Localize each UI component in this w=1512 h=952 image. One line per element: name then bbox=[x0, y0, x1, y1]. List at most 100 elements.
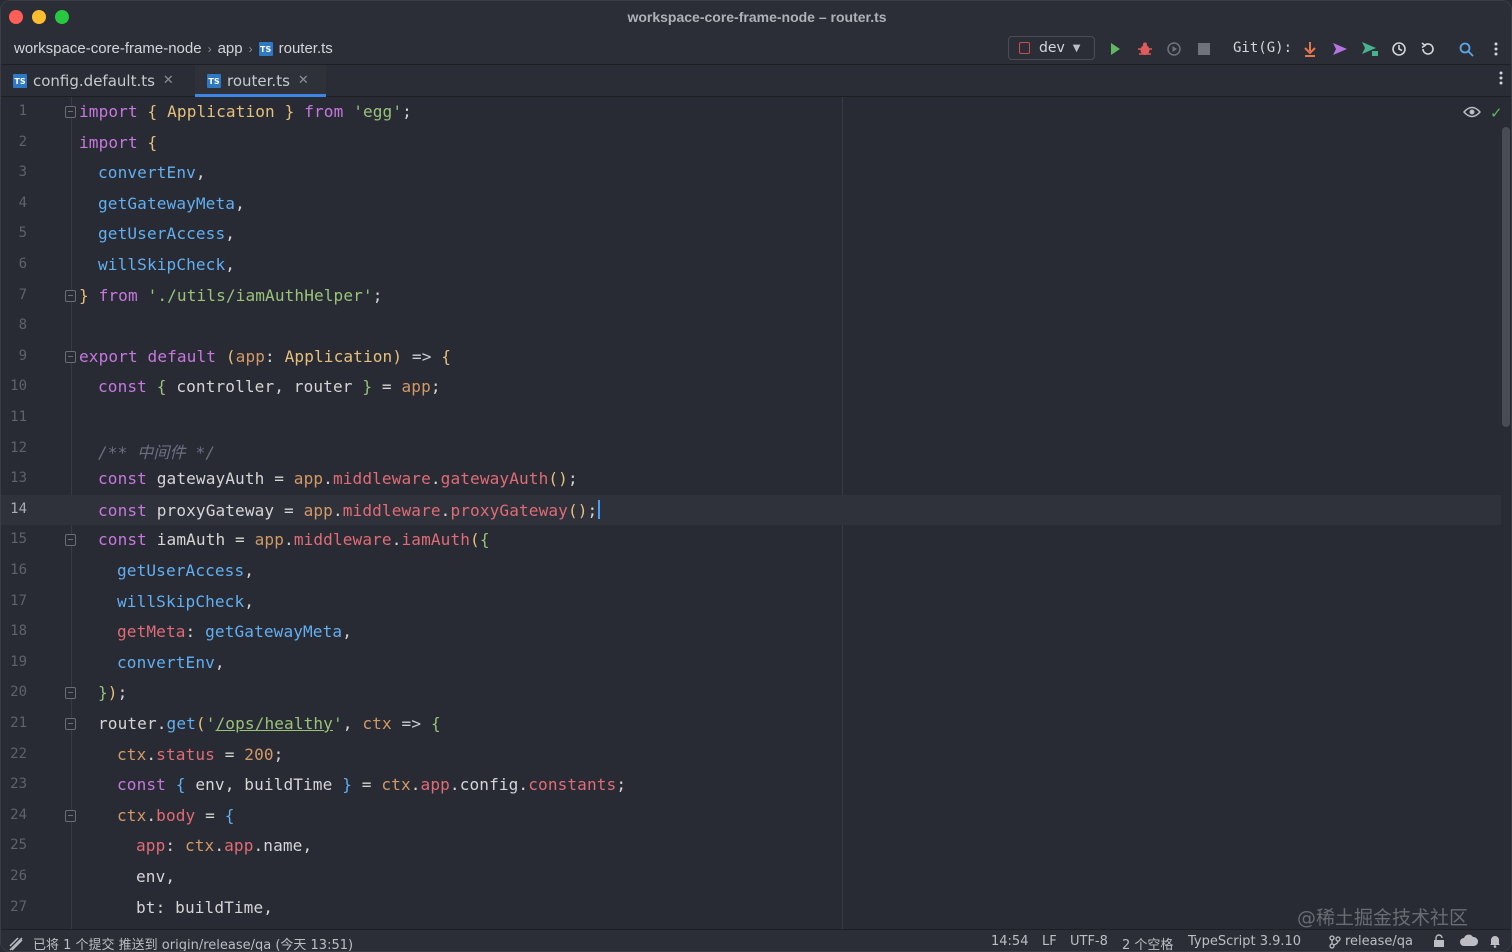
close-tab-icon[interactable]: ✕ bbox=[163, 73, 174, 88]
vertical-scrollbar[interactable] bbox=[1502, 127, 1510, 427]
code-text: router.get('/ops/healthy', ctx => { bbox=[98, 714, 441, 733]
code-line: 9 export default (app: Application) => { bbox=[1, 342, 1501, 373]
tab-label: router.ts bbox=[227, 71, 290, 90]
line-number: 17 bbox=[10, 592, 27, 609]
line-number: 16 bbox=[10, 562, 27, 578]
code-text: getUserAccess, bbox=[117, 561, 255, 580]
fold-marker-icon[interactable] bbox=[65, 687, 76, 700]
code-line: 25 app: ctx.app.name, bbox=[1, 831, 1501, 862]
run-icon[interactable] bbox=[1105, 39, 1125, 59]
line-number: 13 bbox=[10, 470, 27, 487]
code-line: 4 getGatewayMeta, bbox=[1, 189, 1501, 220]
stop-icon[interactable] bbox=[1194, 39, 1214, 59]
line-number: 26 bbox=[10, 868, 27, 884]
code-line: 7 } from './utils/iamAuthHelper'; bbox=[1, 281, 1501, 312]
code-line: 17 willSkipCheck, bbox=[1, 587, 1501, 618]
breadcrumb: workspace-core-frame-node › app › TS rou… bbox=[14, 40, 333, 57]
fold-marker-icon[interactable] bbox=[65, 350, 76, 363]
notifications-bell-icon[interactable] bbox=[1489, 934, 1501, 951]
line-number: 24 bbox=[10, 806, 27, 823]
run-configuration-dropdown[interactable]: dev ▼ bbox=[1008, 36, 1095, 60]
code-line: 13 const gatewayAuth = app.middleware.ga… bbox=[1, 464, 1501, 495]
tab-router[interactable]: TS router.ts ✕ bbox=[195, 65, 326, 97]
code-text: getUserAccess, bbox=[98, 224, 236, 244]
code-text: willSkipCheck, bbox=[98, 255, 236, 274]
code-editor[interactable]: 1 import { Application } from 'egg'; 2 i… bbox=[1, 97, 1511, 929]
git-branch-widget[interactable]: release/qa bbox=[1329, 934, 1413, 949]
line-number: 20 bbox=[10, 684, 27, 701]
fold-marker-icon[interactable] bbox=[65, 809, 76, 822]
code-line: 22 ctx.status = 200; bbox=[1, 740, 1501, 771]
code-text: }); bbox=[98, 683, 128, 703]
breadcrumb-item-app[interactable]: app bbox=[218, 40, 243, 57]
tab-options-icon[interactable] bbox=[1499, 71, 1503, 88]
code-line: 20 }); bbox=[1, 678, 1501, 709]
code-text: const { env, buildTime } = ctx.app.confi… bbox=[117, 775, 627, 795]
line-number: 22 bbox=[10, 745, 27, 762]
breadcrumb-item-project[interactable]: workspace-core-frame-node bbox=[14, 40, 202, 57]
breadcrumb-item-file[interactable]: router.ts bbox=[279, 40, 333, 57]
line-number: 25 bbox=[10, 837, 27, 854]
code-line: 3 convertEnv, bbox=[1, 158, 1501, 189]
tab-label: config.default.ts bbox=[33, 71, 155, 90]
fold-marker-icon[interactable] bbox=[65, 289, 76, 302]
line-number: 6 bbox=[18, 256, 27, 272]
fold-marker-icon[interactable] bbox=[65, 106, 76, 118]
code-text: willSkipCheck, bbox=[117, 591, 255, 611]
code-text: import { Application } from 'egg'; bbox=[79, 102, 412, 121]
title-bar: workspace-core-frame-node – router.ts bbox=[1, 1, 1511, 33]
line-number: 10 bbox=[10, 378, 27, 395]
code-text: convertEnv, bbox=[117, 652, 225, 672]
code-line: 21 router.get('/ops/healthy', ctx => { bbox=[1, 709, 1501, 740]
git-push-icon[interactable] bbox=[1360, 39, 1380, 59]
cloud-sync-icon[interactable] bbox=[1460, 934, 1479, 951]
code-line: 12 /** 中间件 */ bbox=[1, 434, 1501, 465]
history-icon[interactable] bbox=[1389, 39, 1409, 59]
code-line: 6 willSkipCheck, bbox=[1, 250, 1501, 281]
code-line: 23 const { env, buildTime } = ctx.app.co… bbox=[1, 770, 1501, 801]
breadcrumb-separator: › bbox=[248, 41, 253, 56]
git-branch-icon bbox=[1329, 934, 1341, 949]
search-icon[interactable] bbox=[1456, 39, 1476, 59]
code-line: 16 getUserAccess, bbox=[1, 556, 1501, 587]
editor-tab-bar: TS config.default.ts ✕ TS router.ts ✕ bbox=[1, 65, 1511, 97]
line-number: 12 bbox=[10, 439, 27, 456]
code-line: 27 bt: buildTime, bbox=[1, 893, 1501, 924]
code-text: getMeta: getGatewayMeta, bbox=[117, 622, 352, 642]
no-problems-check-icon[interactable]: ✓ bbox=[1490, 104, 1503, 122]
indent-setting[interactable]: 2 个空格 bbox=[1122, 934, 1173, 951]
code-text: ctx.status = 200; bbox=[117, 744, 284, 764]
more-actions-icon[interactable] bbox=[1486, 39, 1506, 59]
lock-icon[interactable] bbox=[1433, 934, 1445, 951]
line-number: 4 bbox=[18, 194, 27, 211]
tab-config-default[interactable]: TS config.default.ts ✕ bbox=[1, 65, 195, 96]
code-text: export default (app: Application) => { bbox=[79, 346, 452, 366]
typescript-file-icon: TS bbox=[207, 73, 221, 88]
reader-mode-eye-icon[interactable] bbox=[1462, 105, 1482, 119]
code-text: const gatewayAuth = app.middleware.gatew… bbox=[98, 469, 578, 489]
debug-icon[interactable] bbox=[1135, 39, 1155, 59]
rollback-icon[interactable] bbox=[1418, 39, 1438, 59]
code-line: 26 env, bbox=[1, 862, 1501, 893]
code-text: getGatewayMeta, bbox=[98, 193, 245, 213]
line-ending[interactable]: LF bbox=[1042, 934, 1057, 949]
code-text: app: ctx.app.name, bbox=[136, 836, 313, 856]
git-update-icon[interactable] bbox=[1300, 39, 1320, 59]
run-with-coverage-icon[interactable] bbox=[1164, 39, 1184, 59]
fold-marker-icon[interactable] bbox=[65, 534, 76, 547]
line-number: 9 bbox=[18, 347, 27, 364]
status-message[interactable]: 已将 1 个提交 推送到 origin/release/qa (今天 13:51… bbox=[33, 934, 353, 951]
language-service[interactable]: TypeScript 3.9.10 bbox=[1188, 934, 1301, 949]
line-number: 7 bbox=[18, 286, 27, 303]
file-encoding[interactable]: UTF-8 bbox=[1070, 934, 1108, 949]
status-message-area: 已将 1 个提交 推送到 origin/release/qa (今天 13:51… bbox=[9, 934, 353, 951]
git-commit-icon[interactable] bbox=[1330, 39, 1350, 59]
close-tab-icon[interactable]: ✕ bbox=[298, 73, 309, 88]
code-line: 2 import { bbox=[1, 128, 1501, 159]
code-line: 8 bbox=[1, 311, 1501, 342]
git-status-icon[interactable] bbox=[9, 936, 23, 951]
caret-position[interactable]: 14:54 bbox=[991, 934, 1028, 949]
fold-marker-icon[interactable] bbox=[65, 718, 76, 730]
text-cursor bbox=[598, 499, 601, 519]
line-number: 8 bbox=[18, 317, 27, 334]
